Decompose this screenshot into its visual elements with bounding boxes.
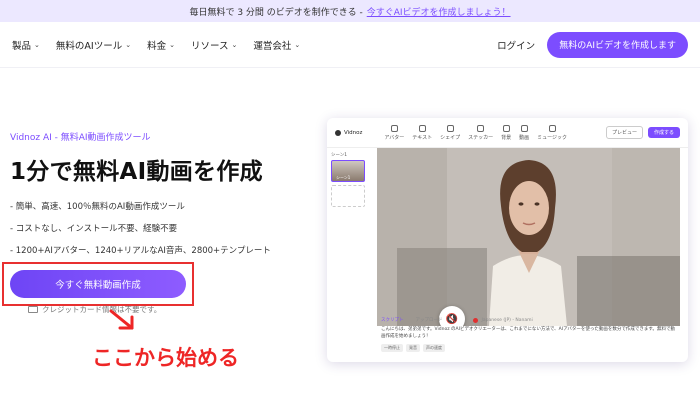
hero: Vidnoz AI - 無料AI動画作成ツール 1分で無料AI動画を作成 - 簡… <box>10 130 310 266</box>
scene-thumbnail[interactable]: シーン1 <box>331 160 365 182</box>
text-icon <box>418 124 426 132</box>
editor-toolbar: Vidnoz アバター テキスト シェイプ ステッカー 背景 動画 ミュージック… <box>327 118 688 148</box>
tool-label: アバター <box>384 134 405 141</box>
tool-shape[interactable]: シェイプ <box>440 124 461 141</box>
chevron-down-icon: ⌄ <box>125 40 132 49</box>
script-text[interactable]: こんにちは、弟弟弟です。Vidnoz のAIビデオクリエーターは、これまでにない… <box>381 327 679 341</box>
start-here-annotation: ここから始める <box>92 346 239 370</box>
editor-logo-text: Vidnoz <box>344 129 363 136</box>
create-video-button[interactable]: 無料のAIビデオを作成します <box>547 31 688 58</box>
promo-bar: 毎日無料で 3 分間 のビデオを制作できる - 今すぐAIビデオを作成しましょう… <box>0 0 700 22</box>
promo-link[interactable]: 今すぐAIビデオを作成しましょう！ <box>367 5 511 18</box>
tool-label: ミュージック <box>537 134 568 141</box>
tool-video[interactable]: 動画 <box>519 124 530 141</box>
scene-thumbnail-label: シーン1 <box>336 175 351 180</box>
nav-item-label: 無料のAIツール <box>55 40 123 52</box>
nav-right: ログイン 無料のAIビデオを作成します <box>497 31 688 58</box>
script-tabs: スクリプト アップロード Japanese (JP) - Nanami <box>381 317 679 323</box>
script-options: 一時停止 発音 声の速度 <box>381 343 679 352</box>
add-scene-slot[interactable] <box>331 185 365 207</box>
tool-avatar[interactable]: アバター <box>384 124 405 141</box>
credit-card-icon <box>28 306 38 313</box>
login-link[interactable]: ログイン <box>497 38 535 52</box>
tool-label: シェイプ <box>440 134 461 141</box>
chevron-down-icon: ⌄ <box>294 40 301 49</box>
nav-item-company[interactable]: 運営会社 ⌄ <box>253 38 300 52</box>
music-icon <box>548 124 556 132</box>
script-panel: スクリプト アップロード Japanese (JP) - Nanami こんにち… <box>375 314 685 360</box>
feature-item: - 1200+AIアバター、1240+リアルなAI音声、2800+テンプレート <box>10 246 271 256</box>
credit-card-note-text: クレジットカード情報は不要です。 <box>42 305 162 314</box>
video-icon <box>520 124 528 132</box>
feature-item: - コストなし、インストール不要、経験不要 <box>10 224 178 234</box>
main-nav: 製品 ⌄ 無料のAIツール ⌄ 料金 ⌄ リソース ⌄ 運営会社 ⌄ ログイン … <box>0 22 700 68</box>
shape-icon <box>446 124 454 132</box>
page-title: 1分で無料AI動画を作成 <box>10 159 263 185</box>
create-button[interactable]: 作成する <box>647 127 680 138</box>
promo-text: 毎日無料で 3 分間 のビデオを制作できる - <box>189 7 363 18</box>
brand-tagline: Vidnoz AI - 無料AI動画作成ツール <box>10 133 151 143</box>
tool-music[interactable]: ミュージック <box>537 124 568 141</box>
nav-item-resources[interactable]: リソース ⌄ <box>191 38 237 52</box>
chip-speed[interactable]: 声の速度 <box>423 343 445 352</box>
chevron-down-icon: ⌄ <box>169 40 175 49</box>
avatar-icon <box>390 124 398 132</box>
nav-item-label: 製品 <box>12 40 32 52</box>
tool-label: 背景 <box>501 134 512 141</box>
chip-pronunciation[interactable]: 発音 <box>406 343 420 352</box>
tool-text[interactable]: テキスト <box>412 124 433 141</box>
credit-card-note: クレジットカード情報は不要です。 <box>28 304 161 315</box>
feature-item: - 簡単、高速、100％無料のAI動画作成ツール <box>10 202 185 212</box>
voice-select[interactable]: Japanese (JP) - Nanami <box>482 318 533 323</box>
tool-background[interactable]: 背景 <box>501 124 512 141</box>
chevron-down-icon: ⌄ <box>34 40 40 49</box>
chip-pause[interactable]: 一時停止 <box>381 343 403 352</box>
arrow-icon <box>109 309 134 330</box>
sticker-icon <box>477 124 485 132</box>
tool-label: 動画 <box>519 134 530 141</box>
preview-button[interactable]: プレビュー <box>605 126 643 139</box>
logo-icon <box>335 129 341 136</box>
nav-item-pricing[interactable]: 料金 ⌄ <box>147 38 175 52</box>
chevron-down-icon: ⌄ <box>231 40 238 49</box>
tool-sticker[interactable]: ステッカー <box>468 124 494 141</box>
video-canvas: 🔇 <box>377 148 680 326</box>
tool-label: テキスト <box>412 134 433 141</box>
nav-item-label: 運営会社 <box>253 40 292 52</box>
background-icon <box>502 124 510 132</box>
tab-upload[interactable]: アップロード <box>416 317 443 323</box>
tool-label: ステッカー <box>468 134 494 141</box>
tab-script[interactable]: スクリプト <box>381 317 404 323</box>
start-free-video-button[interactable]: 今すぐ無料動画作成 <box>10 270 186 298</box>
scene-panel: シーン1 シーン1 <box>331 152 371 207</box>
nav-item-free-ai-tools[interactable]: 無料のAIツール ⌄ <box>56 38 131 52</box>
scene-label: シーン1 <box>331 153 348 158</box>
record-icon <box>472 317 478 323</box>
editor-preview: Vidnoz アバター テキスト シェイプ ステッカー 背景 動画 ミュージック… <box>327 118 688 362</box>
nav-item-label: 料金 <box>147 40 167 52</box>
nav-item-label: リソース <box>190 40 229 52</box>
nav-item-products[interactable]: 製品 ⌄ <box>12 38 40 52</box>
avatar-image <box>377 148 680 326</box>
editor-logo: Vidnoz <box>335 129 363 136</box>
